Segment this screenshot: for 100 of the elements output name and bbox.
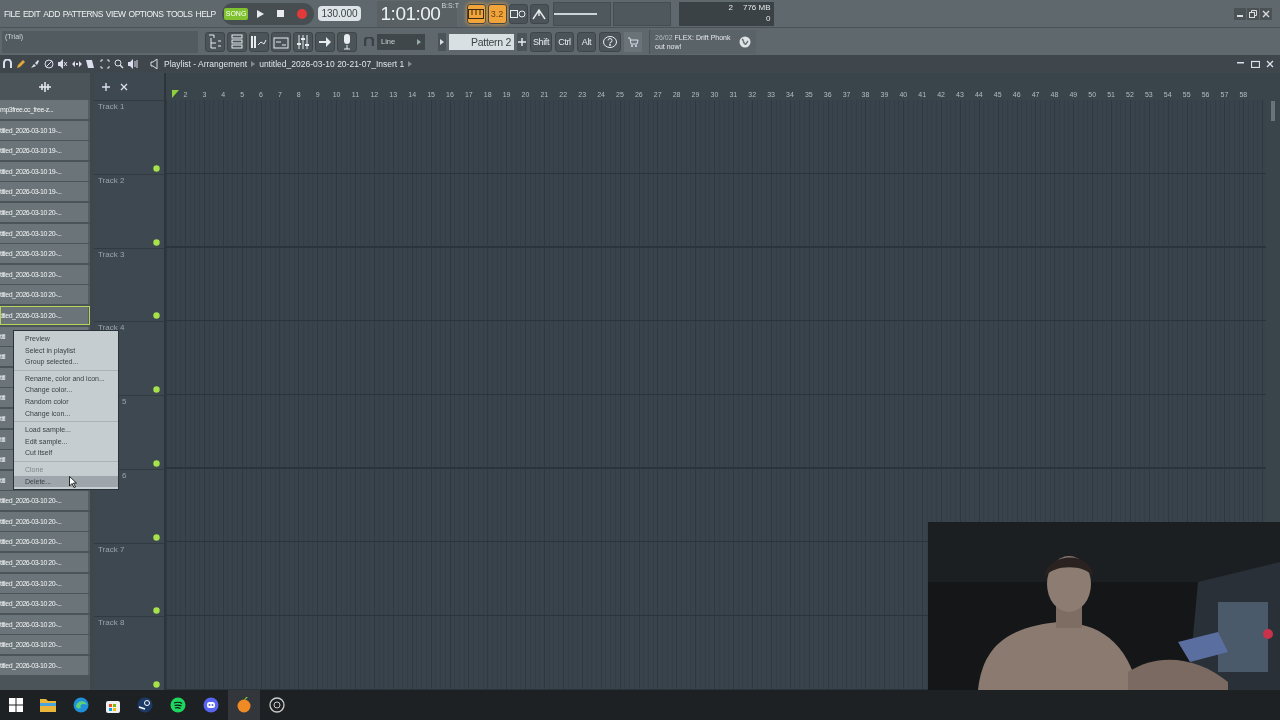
waveform-icon (38, 81, 52, 92)
speaker-icon[interactable] (150, 59, 160, 69)
typing-keyboard-button[interactable] (466, 3, 486, 24)
metronome-button[interactable] (529, 3, 549, 24)
track-name: Track 7 (98, 544, 126, 554)
maximize-icon[interactable] (1251, 60, 1260, 68)
track-name: Track 1 (98, 102, 126, 111)
tempo-field[interactable]: 130.000 (318, 6, 361, 21)
browser-icon[interactable] (73, 697, 89, 713)
master-volume-slider[interactable] (552, 1, 611, 26)
loop-record-button[interactable] (508, 3, 528, 24)
track-header[interactable]: Track 1 (94, 100, 164, 174)
record-app-icon[interactable] (269, 697, 285, 713)
triangle-right-icon (440, 38, 444, 45)
track-enable-dot[interactable] (153, 312, 160, 320)
mute-tool-icon[interactable] (44, 59, 54, 69)
pattern-selector[interactable]: Pattern 2 (449, 33, 514, 50)
zoom-icon[interactable] (114, 59, 124, 69)
brush-icon[interactable] (30, 59, 40, 69)
track-enable-dot[interactable] (153, 533, 160, 541)
add-pattern-button[interactable] (517, 32, 527, 51)
taskbar-active-app[interactable] (228, 690, 260, 720)
browser-button[interactable] (205, 31, 225, 52)
track-header[interactable]: Track 7 (94, 542, 164, 617)
rack-icon (231, 33, 243, 50)
metronome-icon (532, 7, 547, 20)
song-time: 1:01:00 (380, 1, 441, 26)
keyboard-icon (468, 8, 485, 19)
menu-item[interactable]: VIEW (105, 8, 126, 19)
speaker-mute-icon[interactable] (58, 59, 68, 69)
add-icon[interactable] (102, 82, 110, 91)
folder-icon[interactable] (40, 698, 56, 712)
track-name: Track 4 (98, 323, 126, 333)
dropdown-arrow-icon (417, 38, 421, 45)
track-name: Track 8 (98, 618, 126, 628)
arrangement-grid[interactable] (166, 100, 1266, 690)
pencil-icon[interactable] (16, 59, 26, 69)
piano-roll-button[interactable] (249, 31, 269, 52)
cart-icon (627, 35, 639, 48)
close-button[interactable] (1260, 7, 1272, 20)
chat-app-icon[interactable] (203, 697, 219, 713)
windows-start-icon[interactable] (9, 698, 23, 712)
channel-rack-button[interactable] (227, 31, 247, 52)
track-enable-dot[interactable] (153, 386, 160, 393)
cart-button[interactable] (624, 31, 642, 52)
track-name: Track 3 (98, 249, 126, 259)
restore-icon (1249, 9, 1257, 18)
playlist-button[interactable] (271, 31, 291, 52)
modifier-key-button[interactable]: Shift (530, 31, 552, 52)
loop-icon (510, 8, 527, 19)
music-app-icon[interactable] (170, 697, 186, 713)
chevron-icon (251, 61, 256, 67)
arrow-right-icon (318, 35, 332, 48)
pattern-picker-button[interactable] (438, 32, 446, 51)
close-icon[interactable] (1266, 60, 1274, 68)
menu-item[interactable]: OPTIONS (128, 8, 164, 19)
play-icon (256, 9, 265, 18)
close-icon[interactable] (120, 82, 128, 91)
mouse-cursor-icon (69, 476, 77, 489)
minimize-button[interactable] (1234, 7, 1246, 20)
fruit-app-icon[interactable] (236, 697, 252, 713)
window-title: Playlist - Arrangement (164, 59, 248, 69)
slice-tool-icon[interactable] (86, 59, 96, 69)
track-enable-dot[interactable] (153, 164, 160, 172)
modifier-key-button[interactable]: Ctrl (555, 31, 574, 52)
countdown-button[interactable]: 3.2 (487, 3, 507, 24)
select-tool-icon[interactable] (100, 59, 110, 69)
polyphony-count: 0 (766, 12, 771, 24)
voice-count: 2 (728, 1, 733, 13)
record-audio-button[interactable] (337, 31, 357, 52)
breadcrumb[interactable]: untitled_2026-03-10 20-21-07_Insert 1 (259, 59, 405, 69)
menu-item[interactable]: TOOLS (166, 8, 193, 19)
close-icon (1262, 9, 1270, 18)
slip-tool-icon[interactable] (72, 59, 82, 69)
globe-icon[interactable] (738, 35, 751, 48)
track-header[interactable]: Track 2 (94, 173, 164, 248)
track-enable-dot[interactable] (153, 459, 160, 467)
playlist-icon (273, 34, 289, 49)
menu-item[interactable]: ADD (43, 8, 60, 19)
menu-item[interactable]: FILE (4, 8, 20, 19)
record-icon (296, 7, 309, 20)
track-enable-dot[interactable] (153, 607, 160, 615)
track-enable-dot[interactable] (153, 681, 160, 688)
track-name: 6 (121, 470, 128, 480)
menu-item[interactable]: PATTERNS (62, 8, 103, 19)
restore-button[interactable] (1247, 7, 1259, 20)
scrollbar-thumb[interactable] (1271, 101, 1275, 121)
menu-item[interactable]: HELP (195, 8, 216, 19)
mixer-button[interactable] (293, 31, 313, 52)
piano-roll-icon (251, 34, 267, 49)
track-header[interactable]: Track 3 (94, 247, 164, 322)
export-button[interactable] (315, 31, 335, 52)
menu-item[interactable]: EDIT (22, 8, 41, 19)
song-position-marker[interactable] (172, 90, 179, 98)
playback-tool-icon[interactable] (128, 59, 138, 69)
stop-icon (276, 10, 284, 17)
modifier-key-button[interactable]: Alt (577, 31, 596, 52)
mixer-icon (296, 33, 310, 50)
help-button[interactable] (599, 31, 621, 52)
track-enable-dot[interactable] (153, 238, 160, 246)
